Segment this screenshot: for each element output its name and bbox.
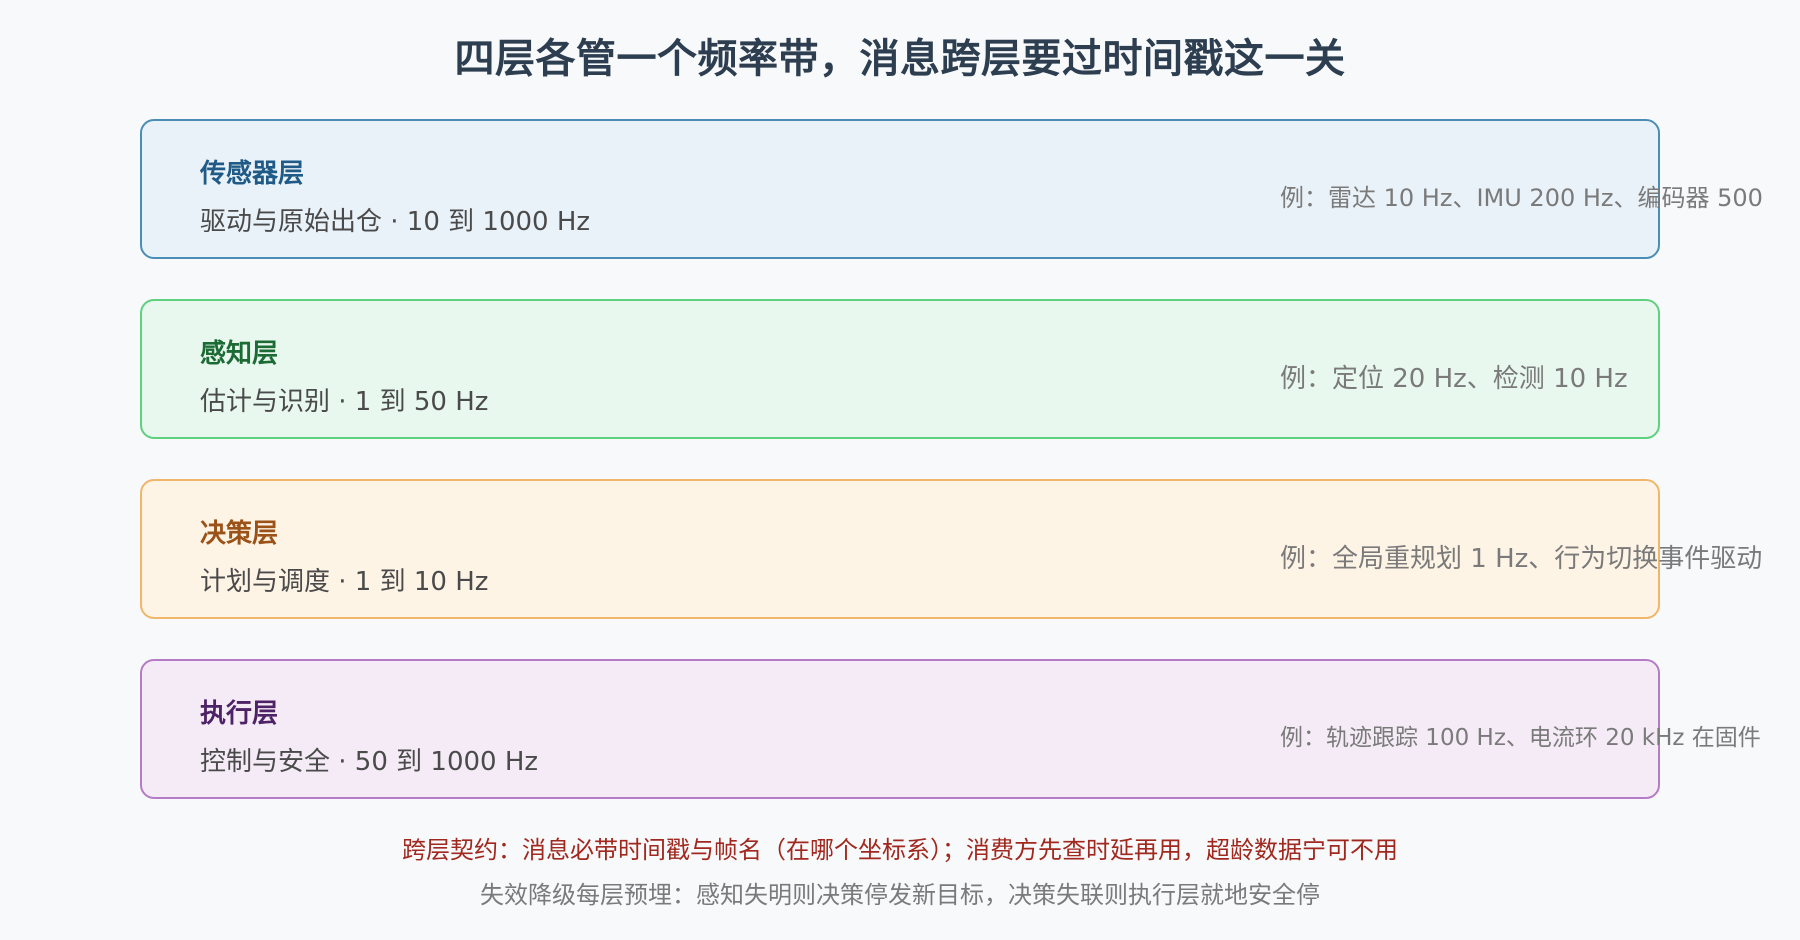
layer-name: 传感器层	[200, 159, 305, 189]
cross-layer-contract-note: 跨层契约：消息必带时间戳与帧名（在哪个坐标系）；消费方先查时延再用，超龄数据宁可…	[402, 836, 1398, 864]
layer-name: 决策层	[200, 519, 279, 549]
layer-decision: 决策层 计划与调度 · 1 到 10 Hz 例：全局重规划 1 Hz、行为切换事…	[140, 479, 1762, 619]
fallback-note: 失效降级每层预埋：感知失明则决策停发新目标，决策失联则执行层就地安全停	[480, 881, 1320, 909]
layer-example: 例：轨迹跟踪 100 Hz、电流环 20 kHz 在固件	[1280, 725, 1761, 751]
layer-name: 感知层	[200, 339, 279, 369]
layer-name: 执行层	[200, 699, 279, 729]
layer-sensor: 传感器层 驱动与原始出仓 · 10 到 1000 Hz 例：雷达 10 Hz、I…	[140, 119, 1763, 259]
layer-example: 例：定位 20 Hz、检测 10 Hz	[1280, 364, 1628, 394]
layer-desc: 控制与安全 · 50 到 1000 Hz	[200, 747, 539, 777]
layer-desc: 计划与调度 · 1 到 10 Hz	[200, 567, 489, 597]
layer-desc: 估计与识别 · 1 到 50 Hz	[200, 387, 489, 417]
layer-stack: 传感器层 驱动与原始出仓 · 10 到 1000 Hz 例：雷达 10 Hz、I…	[140, 119, 1763, 839]
layer-example: 例：雷达 10 Hz、IMU 200 Hz、编码器 500	[1280, 184, 1763, 212]
layer-perception: 感知层 估计与识别 · 1 到 50 Hz 例：定位 20 Hz、检测 10 H…	[140, 299, 1660, 439]
page-title: 四层各管一个频率带，消息跨层要过时间戳这一关	[454, 36, 1346, 82]
layer-execution: 执行层 控制与安全 · 50 到 1000 Hz 例：轨迹跟踪 100 Hz、电…	[140, 659, 1761, 799]
layer-desc: 驱动与原始出仓 · 10 到 1000 Hz	[200, 207, 591, 237]
layer-example: 例：全局重规划 1 Hz、行为切换事件驱动	[1280, 544, 1763, 574]
